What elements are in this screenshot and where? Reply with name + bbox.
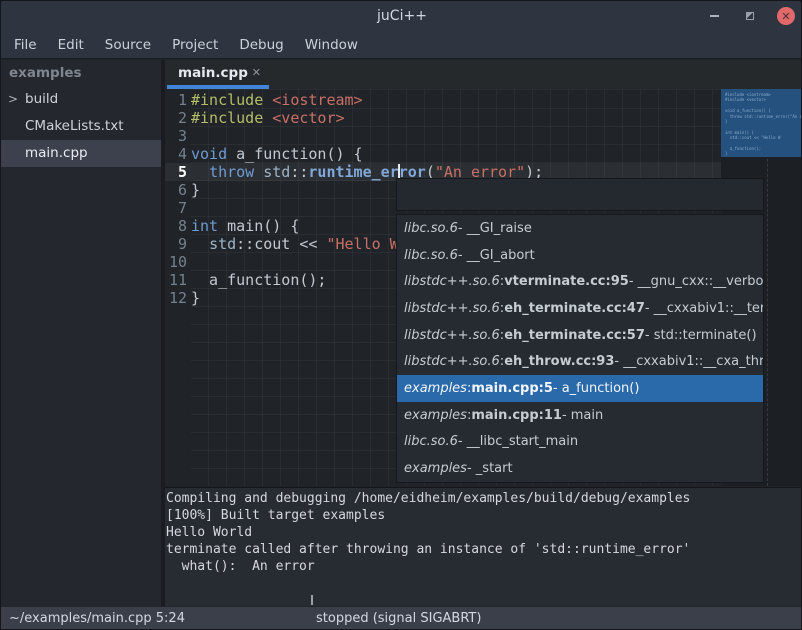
stack-frame-item[interactable]: libc.so.6 - __libc_start_main (397, 429, 763, 456)
terminal-line: what(): An error (166, 558, 802, 575)
project-header: examples (1, 60, 161, 86)
tree-item-label: build (25, 91, 58, 107)
close-icon: ✕ (777, 7, 795, 25)
menu-item-window[interactable]: Window (302, 35, 361, 55)
code-line: #include <vector> (191, 109, 543, 127)
minimize-button[interactable] (705, 7, 723, 25)
tree-item-cmakelists-txt[interactable]: CMakeLists.txt (1, 113, 161, 140)
line-number: 4 (165, 145, 187, 163)
terminal-line: Compiling and debugging /home/eidheim/ex… (166, 490, 802, 507)
stack-frame-item[interactable]: libc.so.6 - __GI_raise (397, 215, 763, 242)
status-debug-state: stopped (signal SIGABRT) (316, 611, 481, 626)
stack-filter-input[interactable] (396, 178, 764, 211)
line-number: 3 (165, 127, 187, 145)
terminal-line: Hello World (166, 524, 802, 541)
line-number: 12 (165, 289, 187, 307)
stack-frame-item[interactable]: libstdc++.so.6:vterminate.cc:95 - __gnu_… (397, 268, 763, 295)
restore-icon (746, 12, 754, 20)
restore-button[interactable] (741, 7, 759, 25)
stack-frame-item[interactable]: examples:main.cpp:11 - main (397, 402, 763, 429)
tree-item-label: CMakeLists.txt (25, 118, 124, 134)
stack-frame-item[interactable]: examples:main.cpp:5 - a_function() (397, 375, 763, 402)
chevron-right-icon[interactable]: > (8, 86, 18, 113)
tab-bar: main.cpp ✕ (165, 60, 802, 89)
status-bar: ~/examples/main.cpp 5:24 stopped (signal… (1, 606, 802, 630)
line-number: 2 (165, 109, 187, 127)
code-preview-tooltip: #include <iostream>#include <vector> voi… (721, 89, 802, 157)
tree-item-label: main.cpp (25, 145, 88, 161)
line-number-gutter[interactable]: 123456789101112 (165, 91, 187, 307)
preview-line: } (725, 151, 802, 156)
menu-item-project[interactable]: Project (169, 35, 221, 55)
menu-bar: File Edit Source Project Debug Window (1, 31, 802, 59)
terminal-line: [100%] Built target examples (166, 507, 802, 524)
code-line: #include <iostream> (191, 91, 543, 109)
line-number: 9 (165, 235, 187, 253)
file-tree: > build CMakeLists.txt main.cpp (1, 86, 161, 167)
line-number: 11 (165, 271, 187, 289)
stack-frame-item[interactable]: libstdc++.so.6:eh_terminate.cc:57 - std:… (397, 322, 763, 349)
line-number: 10 (165, 253, 187, 271)
terminal-line: terminate called after throwing an insta… (166, 541, 802, 558)
stack-frame-item[interactable]: libc.so.6 - __GI_abort (397, 242, 763, 269)
preview-line: throw std::runtime_error("An error"); (725, 114, 802, 119)
menu-item-source[interactable]: Source (102, 35, 154, 55)
app-window: juCi++ ✕ File Edit Source Project Debug Windo… (0, 0, 802, 630)
tab-close-icon[interactable]: ✕ (252, 66, 261, 79)
line-number: 5 (165, 163, 187, 181)
code-line: void a_function() { (191, 145, 543, 163)
menu-item-edit[interactable]: Edit (55, 35, 87, 55)
titlebar[interactable]: juCi++ ✕ (1, 1, 802, 31)
stack-frame-item[interactable]: libstdc++.so.6:eh_throw.cc:93 - __cxxabi… (397, 348, 763, 375)
terminal-output[interactable]: Compiling and debugging /home/eidheim/ex… (165, 487, 802, 606)
stack-frame-item[interactable]: libstdc++.so.6:eh_terminate.cc:47 - __cx… (397, 295, 763, 322)
line-number: 7 (165, 199, 187, 217)
stack-frame-item[interactable]: examples - _start (397, 455, 763, 482)
terminal-caret (311, 595, 313, 605)
stack-trace-list: libc.so.6 - __GI_raiselibc.so.6 - __GI_a… (396, 214, 764, 483)
line-number: 1 (165, 91, 187, 109)
window-title: juCi++ (1, 8, 802, 24)
file-tree-panel: examples > build CMakeLists.txt main.cpp (1, 60, 161, 606)
menu-item-debug[interactable]: Debug (236, 35, 286, 55)
tree-item-main-cpp[interactable]: main.cpp (1, 140, 161, 167)
minimize-icon (710, 15, 719, 17)
menu-item-file[interactable]: File (11, 35, 40, 55)
tab-label: main.cpp (178, 65, 248, 81)
tab-main-cpp[interactable]: main.cpp ✕ (167, 60, 269, 89)
code-line (191, 127, 543, 145)
tree-item-build[interactable]: > build (1, 86, 161, 113)
status-file-location: ~/examples/main.cpp 5:24 (9, 611, 185, 626)
close-button[interactable]: ✕ (777, 7, 795, 25)
line-number: 8 (165, 217, 187, 235)
line-number: 6 (165, 181, 187, 199)
